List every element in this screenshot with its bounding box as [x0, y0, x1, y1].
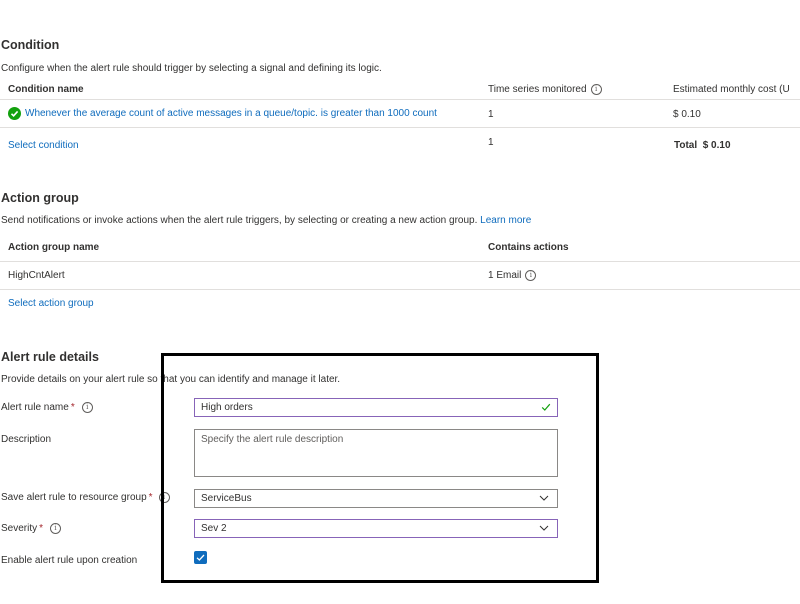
action-group-name-column-header: Action group name — [8, 242, 100, 253]
total-cost: Total $ 0.10 — [674, 140, 731, 151]
contains-actions-column-header: Contains actions — [488, 242, 569, 253]
success-check-icon — [8, 107, 21, 120]
select-condition-link[interactable]: Select condition — [8, 140, 79, 151]
divider — [0, 99, 800, 100]
divider — [0, 289, 800, 290]
estimated-cost-column-header: Estimated monthly cost (U — [673, 84, 790, 95]
info-icon[interactable]: i — [50, 523, 62, 534]
description-label: Description — [1, 434, 52, 445]
required-marker: * — [39, 523, 44, 535]
info-icon[interactable]: i — [81, 402, 93, 413]
highlight-annotation-box — [161, 353, 599, 583]
severity-label: Severity * i — [1, 523, 62, 535]
divider — [0, 127, 800, 128]
learn-more-link[interactable]: Learn more — [480, 215, 531, 226]
alert-rule-name-label: Alert rule name * i — [1, 402, 93, 413]
condition-section-title: Condition — [1, 38, 60, 52]
condition-description: Configure when the alert rule should tri… — [1, 63, 382, 74]
contains-actions-value: 1 Email i — [488, 270, 537, 281]
condition-series-value: 1 — [488, 109, 494, 120]
action-group-name-value: HighCntAlert — [8, 270, 65, 281]
condition-name-column-header: Condition name — [8, 84, 84, 95]
select-action-group-link[interactable]: Select action group — [8, 298, 94, 309]
action-group-description: Send notifications or invoke actions whe… — [1, 215, 532, 226]
condition-row: Whenever the average count of active mes… — [8, 107, 437, 120]
action-group-section-title: Action group — [1, 191, 79, 205]
select-series-value: 1 — [488, 137, 494, 148]
condition-name-link[interactable]: Whenever the average count of active mes… — [25, 108, 437, 119]
divider — [0, 261, 800, 262]
required-marker: * — [148, 492, 153, 504]
condition-cost-value: $ 0.10 — [673, 109, 701, 120]
resource-group-label: Save alert rule to resource group * i — [1, 492, 170, 503]
enable-alert-rule-label: Enable alert rule upon creation — [1, 555, 138, 566]
info-icon[interactable]: i — [590, 84, 602, 95]
required-marker: * — [70, 402, 75, 414]
info-icon[interactable]: i — [525, 270, 537, 281]
alert-rule-details-title: Alert rule details — [1, 350, 99, 364]
time-series-column-header: Time series monitored i — [488, 84, 602, 95]
